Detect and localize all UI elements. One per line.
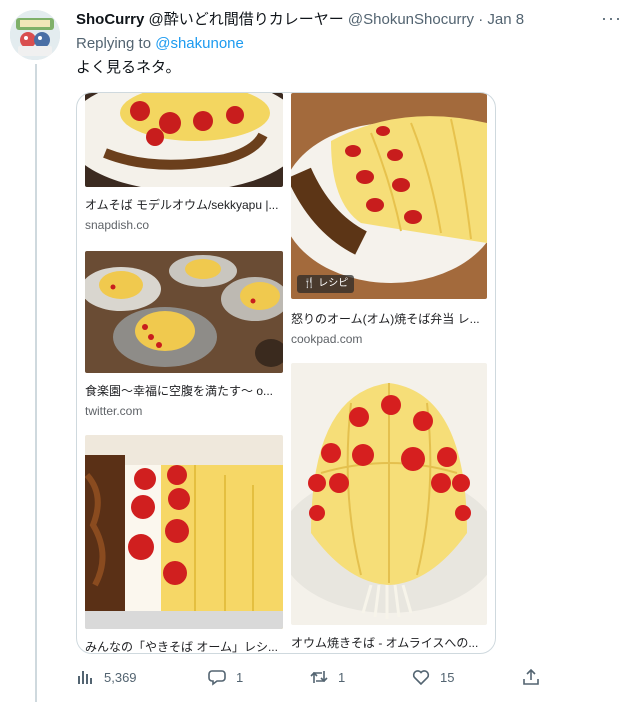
card-caption[interactable]: オムそば モデルオウム/sekkyapu |...	[85, 197, 283, 213]
replying-to: Replying to @shakunone	[76, 34, 244, 54]
tweet-header: ShoCurry @酔いどれ間借りカレーヤー @ShokunShocurry ·…	[76, 10, 616, 30]
image-result-card[interactable]: 食楽園〜幸福に空腹を満たす〜 o... twitter.com	[85, 251, 283, 421]
retweet-icon	[310, 671, 328, 683]
image-result-card[interactable]: 🍴 レシピ 怒りのオーム(オム)焼そば弁当 レ... cookpad.com	[291, 93, 487, 349]
image-result-card[interactable]: オムそば モデルオウム/sekkyapu |... snapdish.co	[85, 93, 283, 243]
tweet-date[interactable]: Jan 8	[487, 11, 524, 28]
card-source: twitter.com	[85, 404, 143, 418]
bento-omusoba-image	[85, 435, 283, 629]
recipe-badge: 🍴 レシピ	[297, 275, 355, 293]
reply-icon	[208, 670, 226, 686]
tweet-actions: 5,369 1 1 15	[76, 664, 596, 690]
omusoba-plate-image	[85, 93, 283, 187]
image-result-card[interactable]: みんなの「やきそば オーム」レシ...	[85, 435, 283, 653]
heart-icon	[412, 670, 430, 686]
food-thumbnail	[85, 435, 283, 629]
tweet-text: よく見るネタ。	[76, 59, 181, 76]
media-attachment[interactable]: オムそば モデルオウム/sekkyapu |... snapdish.co 食楽…	[76, 92, 496, 654]
card-caption[interactable]: 怒りのオーム(オム)焼そば弁当 レ...	[291, 311, 487, 327]
share-button[interactable]	[522, 664, 540, 690]
avatar-illustration-icon	[10, 10, 60, 60]
reply-button[interactable]: 1	[208, 664, 243, 690]
avatar[interactable]	[10, 10, 60, 60]
like-count: 15	[440, 669, 455, 685]
like-button[interactable]: 15	[412, 664, 454, 690]
reply-count: 1	[236, 669, 244, 685]
views-count: 5,369	[104, 669, 137, 685]
card-caption[interactable]: みんなの「やきそば オーム」レシ...	[85, 639, 283, 653]
display-name[interactable]: ShoCurry	[76, 11, 144, 28]
retweet-button[interactable]: 1	[310, 664, 345, 690]
card-source: snapdish.co	[85, 218, 150, 232]
food-thumbnail: 🍴 レシピ	[291, 93, 487, 299]
replying-to-link[interactable]: @shakunone	[155, 35, 244, 52]
ohmu-omelette-image	[291, 363, 487, 625]
date-separator: ·	[474, 11, 488, 28]
replying-prefix: Replying to	[76, 35, 156, 52]
utensils-icon: 🍴	[303, 278, 316, 289]
multiple-plates-image	[85, 251, 283, 373]
share-icon	[523, 668, 539, 685]
image-result-card[interactable]: オウム焼きそば - オムライスへの...	[291, 363, 487, 653]
card-caption[interactable]: 食楽園〜幸福に空腹を満たす〜 o...	[85, 383, 283, 399]
username[interactable]: @ShokunShocurry	[348, 11, 474, 28]
handle-bio: @酔いどれ間借りカレーヤー	[148, 11, 344, 28]
food-thumbnail	[291, 363, 487, 625]
views-button[interactable]: 5,369	[76, 664, 137, 690]
angry-omu-soba-image	[291, 93, 487, 299]
more-options-icon[interactable]: ···	[601, 8, 622, 29]
thread-line	[35, 64, 37, 702]
food-thumbnail	[85, 251, 283, 373]
retweet-count: 1	[338, 669, 346, 685]
food-thumbnail	[85, 93, 283, 187]
card-caption[interactable]: オウム焼きそば - オムライスへの...	[291, 635, 487, 651]
card-source: cookpad.com	[291, 332, 363, 346]
recipe-badge-label: レシピ	[318, 278, 349, 289]
views-chart-icon	[78, 671, 92, 684]
